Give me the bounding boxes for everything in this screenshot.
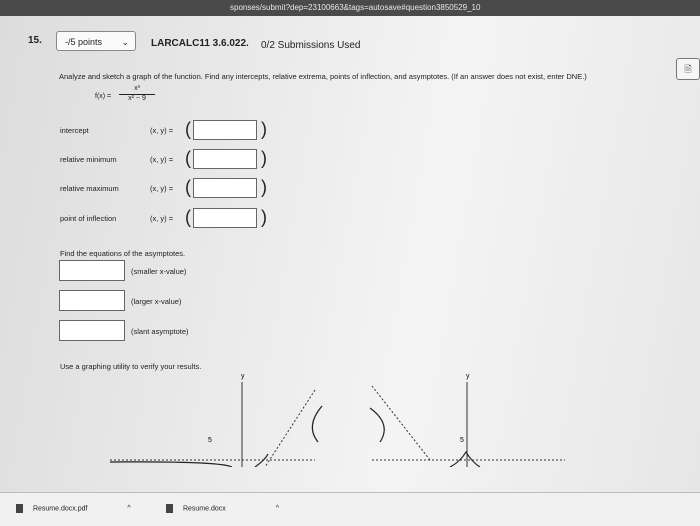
row-xy-label: (x, y) = [150, 184, 174, 193]
row-xy-label: (x, y) = [150, 214, 174, 223]
download-name: Resume.docx [182, 505, 226, 513]
page: sponses/submit?dep=23100663&tags=autosav… [0, 0, 700, 526]
row-label: intercept [60, 126, 89, 135]
points-label: -/5 points [65, 37, 103, 47]
question-number: 15. [28, 35, 42, 46]
close-paren: ) [261, 119, 267, 139]
download-name: Resume.docx.pdf [32, 505, 88, 513]
slant-asymptote-line [264, 389, 316, 467]
open-paren: ( [185, 148, 191, 168]
points-dropdown[interactable]: -/5 points ⌄ [56, 31, 136, 51]
downloads-bar: Resume.docx.pdf ^ Resume.docx ^ [0, 492, 700, 526]
url-fragment: sponses/submit?dep=23100663&tags=autosav… [0, 0, 700, 16]
close-paren: ) [261, 148, 267, 168]
curve-left [109, 461, 233, 467]
file-icon [166, 504, 173, 513]
point-of-inflection-input[interactable] [193, 208, 257, 228]
close-paren: ) [261, 177, 267, 197]
instructions: Analyze and sketch a graph of the functi… [59, 72, 587, 81]
chevron-up-icon[interactable]: ^ [276, 505, 279, 512]
slant-asymptote-line [371, 385, 431, 461]
open-paren: ( [185, 207, 191, 227]
download-item[interactable]: Resume.docx.pdf ^ [16, 504, 131, 513]
row-label: relative maximum [60, 184, 119, 193]
row-xy-label: (x, y) = [150, 155, 174, 164]
relative-minimum-input[interactable] [193, 149, 257, 169]
close-paren: ) [261, 207, 267, 227]
row-label: relative minimum [60, 155, 117, 164]
download-item[interactable]: Resume.docx ^ [166, 504, 279, 513]
asymptote-label: (larger x-value) [131, 297, 182, 306]
asymptote-slant-input[interactable] [59, 320, 125, 341]
open-paren: ( [185, 119, 191, 139]
document-icon[interactable]: 🗎 [676, 58, 700, 80]
chevron-up-icon[interactable]: ^ [127, 505, 130, 512]
tick-label: 5 [208, 437, 212, 444]
asymptote-label: (slant asymptote) [131, 327, 189, 336]
intercept-input[interactable] [193, 120, 257, 140]
row-label: point of inflection [60, 214, 117, 223]
function-denominator: x² − 9 [128, 95, 146, 102]
relative-maximum-input[interactable] [193, 178, 257, 198]
asymptote-label: (smaller x-value) [131, 267, 187, 276]
curve-upper [369, 407, 385, 443]
row-xy-label: (x, y) = [150, 126, 174, 135]
file-icon [16, 504, 23, 513]
submissions-used: 0/2 Submissions Used [261, 40, 361, 51]
open-paren: ( [185, 177, 191, 197]
graph-option-1[interactable]: y 5 [109, 373, 323, 467]
y-axis-label: y [241, 373, 245, 380]
answer-graphs: y 5 y 5 [109, 373, 565, 467]
function-fraction: x³ x² − 9 [119, 85, 155, 102]
chevron-down-icon: ⌄ [121, 37, 129, 47]
asymptotes-title: Find the equations of the asymptotes. [60, 249, 186, 258]
graph-option-2[interactable]: y 5 [369, 373, 565, 467]
y-axis-label: y [466, 373, 470, 380]
function-numerator: x³ [134, 85, 140, 92]
asymptote-smaller-input[interactable] [59, 260, 125, 281]
curve-upper [311, 405, 323, 443]
function-lhs: f(x) = [95, 93, 112, 100]
asymptote-larger-input[interactable] [59, 290, 125, 311]
tick-label: 5 [460, 437, 464, 444]
verify-text: Use a graphing utility to verify your re… [60, 362, 202, 371]
question-id: LARCALC11 3.6.022. [151, 38, 249, 49]
